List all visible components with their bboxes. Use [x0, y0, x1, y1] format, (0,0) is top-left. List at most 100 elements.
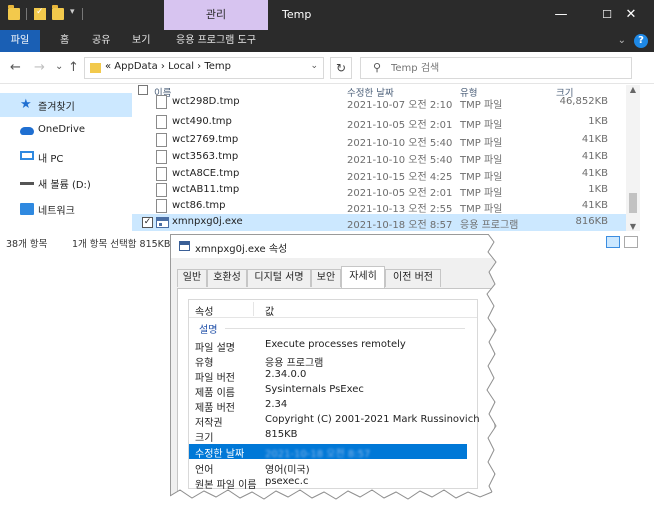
file-date: 2021-10-05 오전 2:01 [347, 120, 453, 131]
sidebar-item-volume-d[interactable]: 새 볼륨 (D:) [0, 171, 132, 195]
network-icon [20, 203, 34, 215]
customize-toolbar-icon[interactable]: ▾ [70, 7, 75, 19]
tab-compatibility[interactable]: 호환성 [207, 269, 247, 287]
sidebar-item-onedrive[interactable]: OneDrive [0, 119, 132, 143]
file-name: wct2769.tmp [172, 134, 239, 145]
chevron-down-icon[interactable]: ⌄ [618, 30, 626, 52]
property-row[interactable]: 유형 응용 프로그램 [189, 353, 477, 369]
property-value-blurred: 2021-10-18 오전 8:57 [265, 449, 371, 460]
scroll-up-icon[interactable]: ▲ [626, 85, 640, 94]
recent-locations-button[interactable]: ⌄ [55, 61, 63, 72]
forward-button[interactable]: → [34, 60, 45, 75]
separator [26, 8, 27, 20]
sidebar-item-label: 새 볼륨 (D:) [38, 180, 91, 191]
drive-icon [20, 177, 34, 185]
sidebar-item-quick-access[interactable]: ★ 즐겨찾기 [0, 93, 132, 117]
property-row[interactable]: 제품 이름 Sysinternals PsExec [189, 383, 477, 399]
file-date: 2021-10-07 오전 2:10 [347, 100, 453, 111]
new-folder-icon[interactable] [52, 5, 64, 20]
tab-digital-signatures[interactable]: 디지털 서명 [247, 269, 311, 287]
file-row[interactable]: wct3563.tmp 2021-10-10 오전 5:40 TMP 파일 41… [132, 149, 626, 166]
search-input[interactable] [391, 60, 621, 76]
tab-app-tools[interactable]: 응용 프로그램 도구 [176, 30, 256, 52]
sidebar-item-this-pc[interactable]: 내 PC [0, 145, 132, 169]
tab-details[interactable]: 자세히 [341, 266, 385, 288]
tab-manage[interactable]: 관리 [164, 0, 268, 30]
file-row[interactable]: wctA8CE.tmp 2021-10-15 오전 4:25 TMP 파일 41… [132, 166, 626, 183]
sidebar-item-label: 네트워크 [38, 206, 75, 217]
property-row[interactable]: 저작권 Copyright (C) 2001-2021 Mark Russino… [189, 413, 480, 429]
sidebar-item-label: 내 PC [38, 154, 64, 165]
tab-security[interactable]: 보안 [311, 269, 341, 287]
minimize-button[interactable]: — [538, 0, 584, 30]
large-icons-view-icon[interactable] [624, 236, 638, 248]
column-value[interactable]: 값 [265, 303, 274, 318]
file-row[interactable]: wctAB11.tmp 2021-10-05 오전 2:01 TMP 파일 1K… [132, 182, 626, 199]
property-row[interactable]: 파일 버전 2.34.0.0 [189, 368, 477, 384]
tab-view[interactable]: 보기 [132, 30, 150, 52]
file-size: 1KB [588, 116, 608, 127]
file-icon [156, 167, 167, 181]
property-row[interactable]: 제품 버전 2.34 [189, 398, 477, 414]
file-name: wctAB11.tmp [172, 184, 240, 195]
separator [82, 8, 83, 20]
tab-home[interactable]: 홈 [60, 30, 69, 52]
properties-icon[interactable] [34, 7, 46, 20]
tab-previous-versions[interactable]: 이전 버전 [385, 269, 441, 287]
file-name: xmnpxg0j.exe [172, 216, 243, 227]
scroll-down-icon[interactable]: ▼ [626, 222, 640, 231]
property-row[interactable]: 크기 815KB [189, 428, 477, 444]
file-size: 41KB [581, 134, 608, 145]
file-row[interactable]: wct2769.tmp 2021-10-10 오전 5:40 TMP 파일 41… [132, 132, 626, 149]
file-row[interactable]: wct86.tmp 2021-10-13 오전 2:55 TMP 파일 41KB [132, 198, 626, 215]
file-row-selected[interactable]: ✓ xmnpxg0j.exe 2021-10-18 오전 8:57 응용 프로그… [132, 214, 626, 231]
close-button[interactable]: ✕ [608, 0, 654, 30]
file-row[interactable]: wct490.tmp 2021-10-05 오전 2:01 TMP 파일 1KB [132, 114, 626, 131]
navigation-bar: ← → ⌄ ↑ « AppData › Local › Temp ⌄ ↻ ⚲ [0, 52, 654, 84]
help-icon[interactable]: ? [634, 34, 648, 48]
property-key: 제품 이름 [195, 388, 235, 399]
scroll-thumb[interactable] [629, 193, 637, 213]
row-checkbox[interactable]: ✓ [142, 217, 153, 228]
file-icon [156, 95, 167, 109]
property-value: 응용 프로그램 [265, 358, 324, 369]
executable-icon [156, 217, 169, 228]
sidebar-item-network[interactable]: 네트워크 [0, 197, 132, 221]
cloud-icon [20, 127, 34, 135]
property-row-selected[interactable]: 수정한 날짜 2021-10-18 오전 8:57 [189, 444, 467, 460]
column-divider[interactable] [253, 302, 254, 316]
property-key: 파일 설명 [195, 343, 235, 354]
refresh-button[interactable]: ↻ [330, 57, 352, 79]
property-key: 제품 버전 [195, 403, 235, 414]
details-view-icon[interactable] [606, 236, 620, 248]
property-key: 유형 [195, 358, 214, 369]
dialog-title: xmnpxg0j.exe 속성 [195, 244, 288, 255]
chevron-down-icon[interactable]: ⌄ [310, 61, 318, 71]
tab-general[interactable]: 일반 [177, 269, 207, 287]
file-size: 816KB [575, 216, 608, 227]
window-title: Temp [282, 8, 312, 21]
vertical-scrollbar[interactable]: ▲ ▼ [626, 85, 640, 231]
file-icon [156, 115, 167, 129]
property-row[interactable]: 언어 영어(미국) [189, 460, 477, 476]
properties-dialog: xmnpxg0j.exe 속성 일반 호환성 디지털 서명 보안 자세히 이전 … [170, 234, 500, 504]
property-key: 수정한 날짜 [195, 449, 245, 460]
column-property[interactable]: 속성 [195, 303, 213, 318]
breadcrumb[interactable]: « AppData › Local › Temp [105, 61, 231, 72]
property-row[interactable]: 원본 파일 이름 psexec.c [189, 475, 477, 491]
tab-file[interactable]: 파일 [0, 30, 40, 52]
section-description: 설명 [189, 320, 477, 336]
tab-share[interactable]: 공유 [92, 30, 110, 52]
file-size: 41KB [581, 168, 608, 179]
file-type: 응용 프로그램 [460, 220, 519, 231]
file-list: ^ 이름 수정한 날짜 유형 크기 wct298D.tmp 2021-10-07… [132, 85, 626, 231]
sidebar-item-label: 즐겨찾기 [38, 102, 75, 113]
address-bar[interactable]: « AppData › Local › Temp ⌄ [84, 57, 324, 79]
up-button[interactable]: ↑ [68, 60, 79, 75]
file-icon [156, 133, 167, 147]
back-button[interactable]: ← [10, 60, 21, 75]
property-row[interactable]: 파일 설명 Execute processes remotely [189, 338, 477, 354]
file-row[interactable]: wct298D.tmp 2021-10-07 오전 2:10 TMP 파일 46… [132, 94, 626, 111]
file-explorer-window: ▾ 관리 Temp — ☐ ✕ 파일 홈 공유 보기 응용 프로그램 도구 ⌄ … [0, 0, 654, 253]
search-box[interactable]: ⚲ [360, 57, 632, 79]
